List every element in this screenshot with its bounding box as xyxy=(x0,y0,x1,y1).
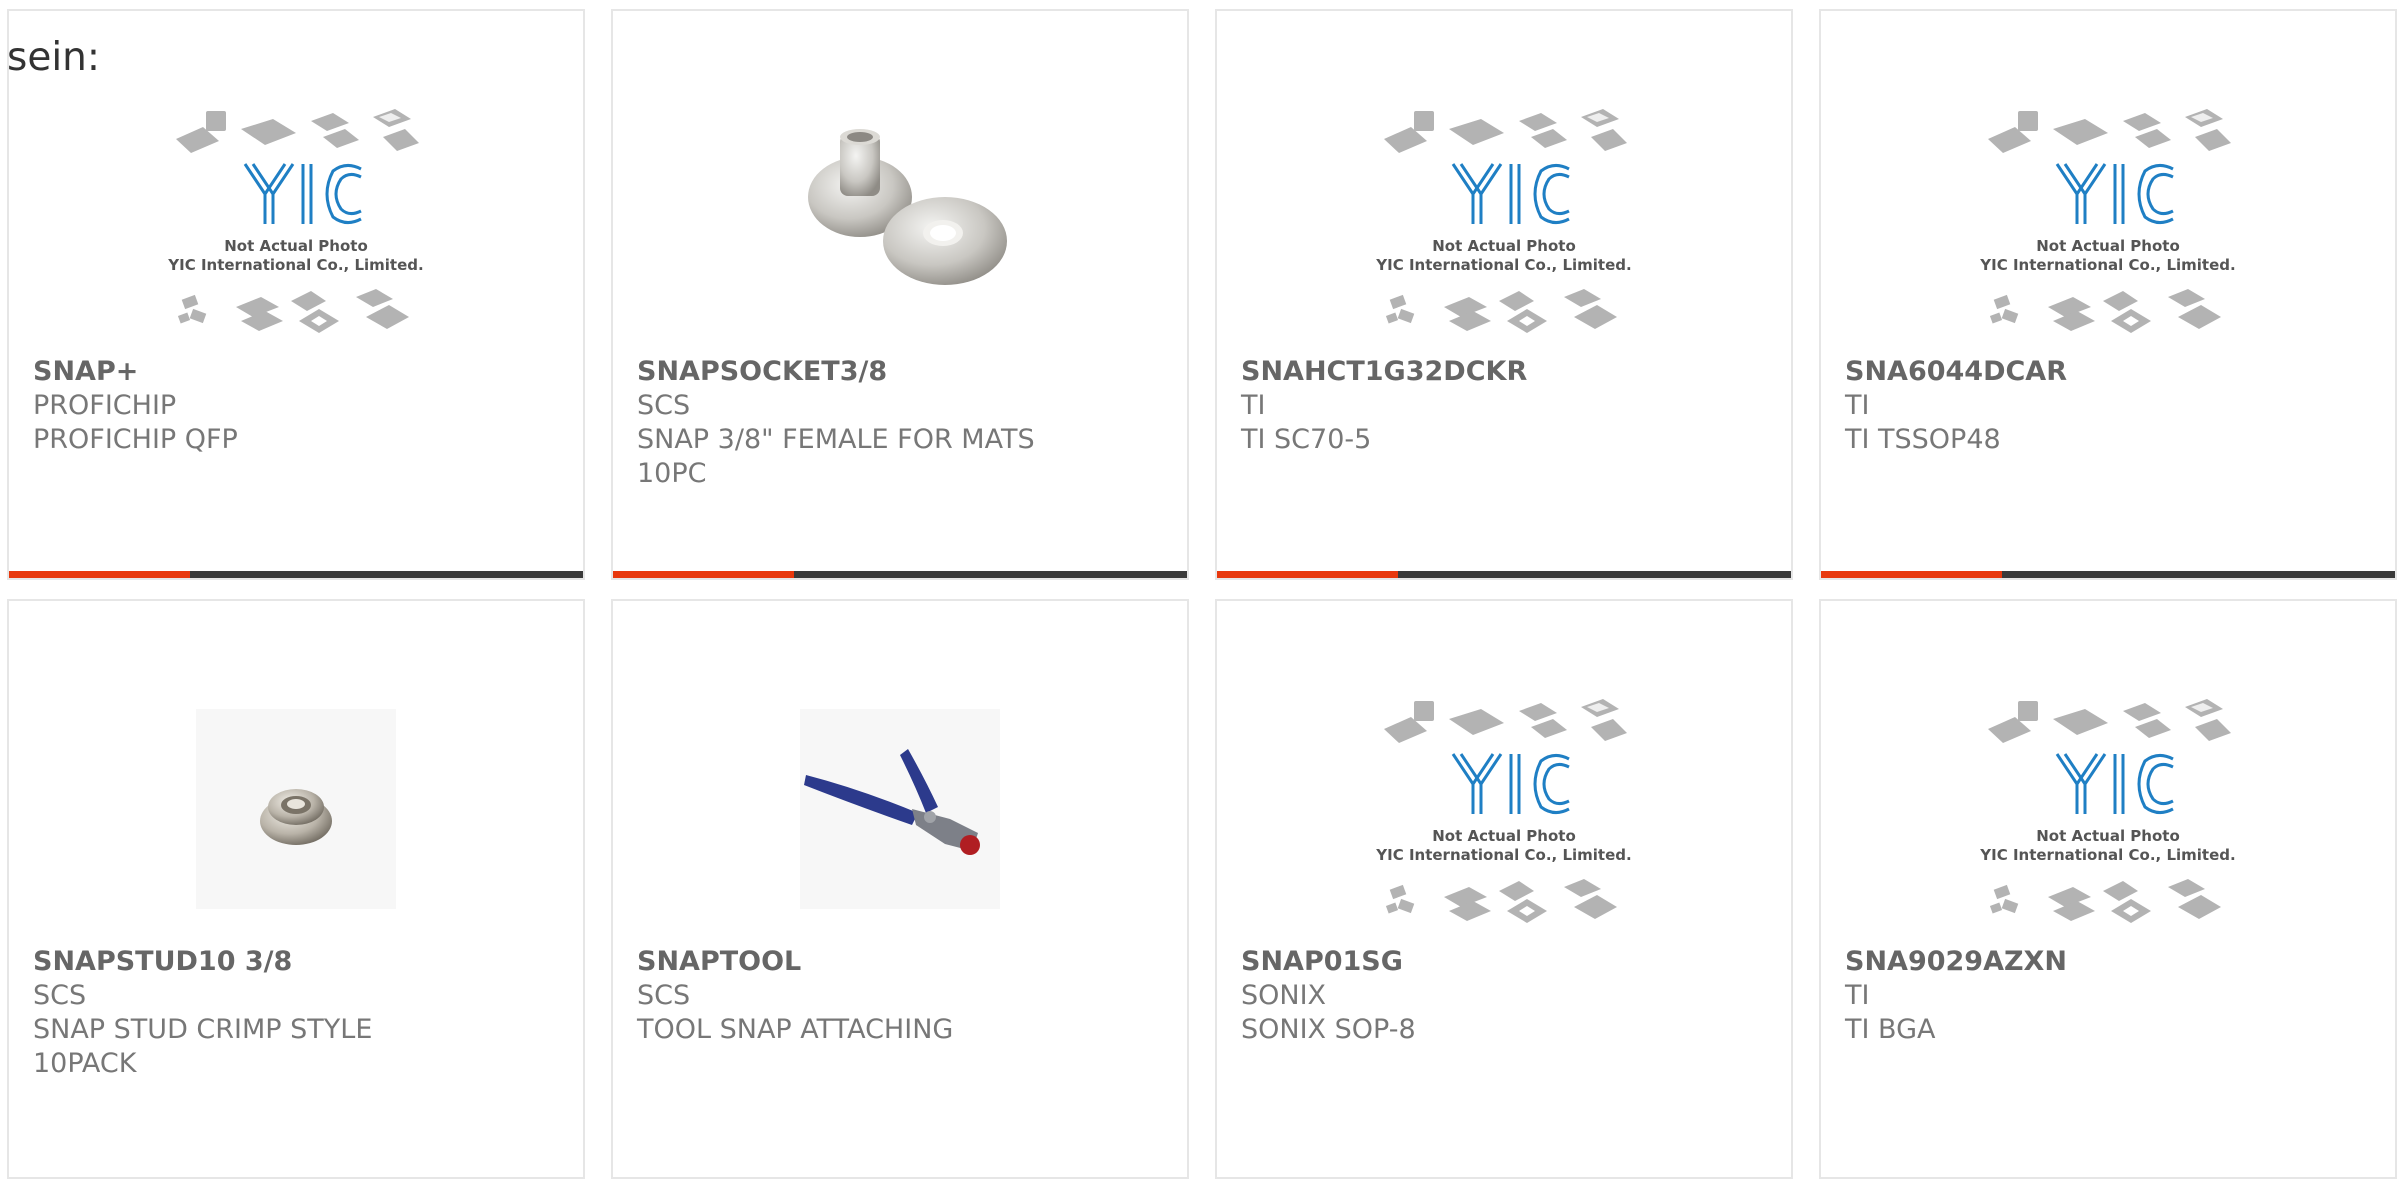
part-number[interactable]: SNA9029AZXN xyxy=(1845,945,2371,979)
part-number[interactable]: SNA6044DCAR xyxy=(1845,355,2371,389)
manufacturer: SCS xyxy=(637,980,691,1011)
description: PROFICHIP QFP xyxy=(33,424,238,455)
manufacturer: SONIX xyxy=(1241,980,1327,1011)
manufacturer: SCS xyxy=(33,980,87,1011)
product-card-snapstud[interactable]: SNAPSTUD10 3/8 SCS SNAP STUD CRIMP STYLE… xyxy=(7,599,585,1179)
part-number[interactable]: SNAHCT1G32DCKR xyxy=(1241,355,1767,389)
description: TI BGA xyxy=(1845,1014,1936,1045)
product-photo-snap-tool xyxy=(613,676,1187,941)
card-accent-bar xyxy=(1821,571,2395,578)
product-card-snaptool[interactable]: SNAPTOOL SCS TOOL SNAP ATTACHING xyxy=(611,599,1189,1179)
description: SNAP 3/8" FEMALE FOR MATS 10PC xyxy=(637,424,1035,489)
card-accent-bar xyxy=(613,571,1187,578)
product-card-snapsocket[interactable]: SNAPSOCKET3/8 SCS SNAP 3/8" FEMALE FOR M… xyxy=(611,9,1189,580)
part-number[interactable]: SNAPSTUD10 3/8 xyxy=(33,945,559,979)
product-image-placeholder xyxy=(1217,86,1791,351)
manufacturer: SCS xyxy=(637,390,691,421)
product-image-placeholder xyxy=(1821,676,2395,941)
product-photo-snap-socket xyxy=(613,86,1187,351)
description: TOOL SNAP ATTACHING xyxy=(637,1014,954,1045)
card-accent-bar xyxy=(9,571,583,578)
product-image-placeholder xyxy=(1821,86,2395,351)
manufacturer: PROFICHIP xyxy=(33,390,177,421)
manufacturer: TI xyxy=(1241,390,1266,421)
product-photo-snap-stud xyxy=(9,676,583,941)
manufacturer: TI xyxy=(1845,980,1870,1011)
product-card-snap-plus[interactable]: SNAP+ PROFICHIP PROFICHIP QFP xyxy=(7,9,585,580)
product-card-snap01sg[interactable]: SNAP01SG SONIX SONIX SOP-8 xyxy=(1215,599,1793,1179)
description: TI TSSOP48 xyxy=(1845,424,2001,455)
product-card-sna9029azxn[interactable]: SNA9029AZXN TI TI BGA xyxy=(1819,599,2397,1179)
description: TI SC70-5 xyxy=(1241,424,1372,455)
product-image-placeholder xyxy=(9,86,583,351)
part-number[interactable]: SNAP01SG xyxy=(1241,945,1767,979)
manufacturer: TI xyxy=(1845,390,1870,421)
part-number[interactable]: SNAPSOCKET3/8 xyxy=(637,355,1163,389)
card-accent-bar xyxy=(1217,571,1791,578)
product-image-placeholder xyxy=(1217,676,1791,941)
description: SONIX SOP-8 xyxy=(1241,1014,1416,1045)
part-number[interactable]: SNAPTOOL xyxy=(637,945,1163,979)
part-number[interactable]: SNAP+ xyxy=(33,355,559,389)
product-card-snahct1g32dckr[interactable]: SNAHCT1G32DCKR TI TI SC70-5 xyxy=(1215,9,1793,580)
product-card-sna6044dcar[interactable]: SNA6044DCAR TI TI TSSOP48 xyxy=(1819,9,2397,580)
context-label: sein: xyxy=(7,35,101,80)
description: SNAP STUD CRIMP STYLE 10PACK xyxy=(33,1014,373,1079)
